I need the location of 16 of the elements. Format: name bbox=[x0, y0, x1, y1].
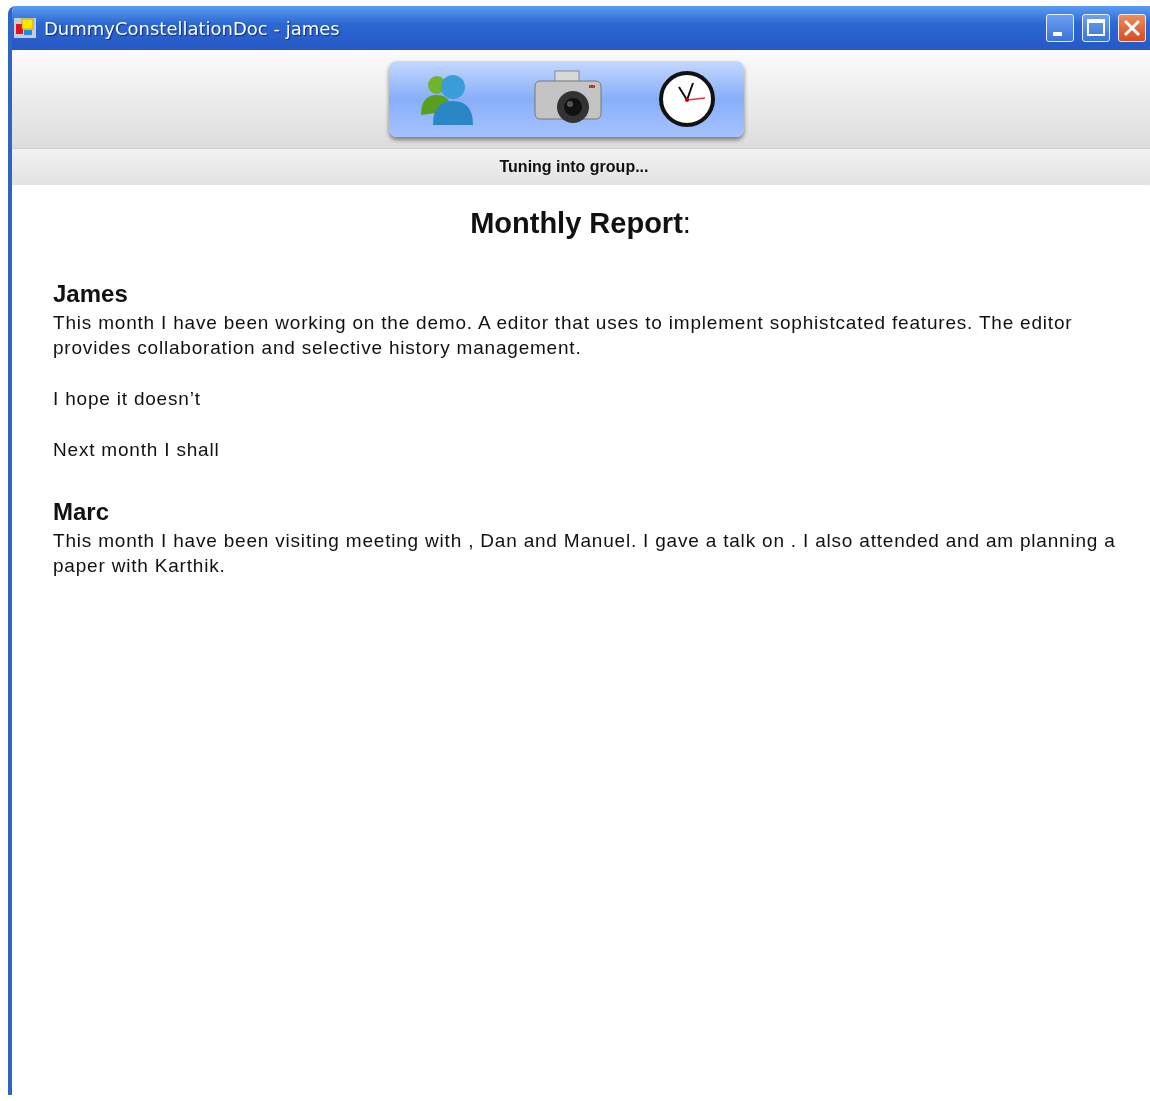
clock-icon bbox=[657, 69, 718, 129]
app-icon bbox=[14, 18, 36, 38]
section-heading: James bbox=[53, 280, 129, 308]
paragraph: This month I have been visiting meeting with , Dan and Manuel. I gave a talk on . I also attended and am planning a paper with Karthik. bbox=[53, 529, 1117, 578]
paragraph: This month I have been working on the demo. A editor that uses to implement sophistcated features. The editor provides collaboration and selective history management. bbox=[53, 311, 1074, 360]
clock-button[interactable] bbox=[657, 69, 718, 129]
minimize-icon bbox=[1052, 32, 1062, 36]
maximize-button[interactable] bbox=[1082, 14, 1110, 42]
paragraph: Next month I shall bbox=[53, 438, 221, 462]
status-text: Tuning into group... bbox=[499, 158, 649, 176]
report-title: Monthly Report: bbox=[469, 207, 692, 240]
section-heading: Marc bbox=[53, 498, 111, 526]
minimize-button[interactable] bbox=[1046, 14, 1074, 42]
close-button[interactable] bbox=[1118, 14, 1146, 42]
window-title: DummyConstellationDoc - james bbox=[44, 17, 340, 39]
paragraph: I hope it doesn’t bbox=[53, 387, 202, 411]
